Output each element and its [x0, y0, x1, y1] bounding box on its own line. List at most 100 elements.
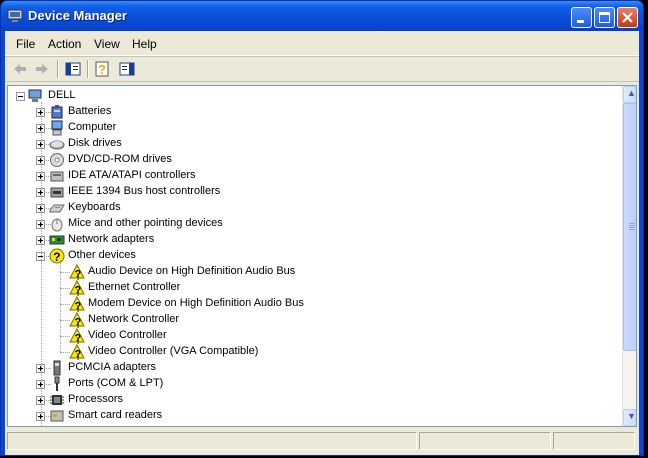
tree-category-ide-ata-atapi-controllers[interactable]: IDE ATA/ATAPI controllers — [8, 168, 618, 184]
tree-category-network-adapters[interactable]: Network adapters — [8, 232, 618, 248]
tree-connector-line — [41, 102, 42, 426]
tree-category-label: Disk drives — [68, 137, 122, 149]
tree-device-item[interactable]: ?! Modem Device on High Definition Audio … — [8, 296, 618, 312]
collapse-minus-icon[interactable] — [16, 92, 25, 101]
scroll-down-button[interactable]: ▼ — [623, 409, 636, 426]
client-area: File Action View Help ? DELL Batteries Com… — [5, 31, 639, 455]
toolbar-separator — [87, 60, 89, 78]
status-panel-2 — [419, 432, 551, 450]
menu-help[interactable]: Help — [132, 37, 157, 51]
maximize-button[interactable] — [594, 7, 615, 28]
status-bar — [7, 430, 637, 452]
toolbar-separator — [57, 60, 59, 78]
port-icon — [54, 376, 60, 391]
tree-connector-line — [60, 260, 61, 352]
warning-device-icon: ?! — [69, 344, 85, 360]
mouse-icon — [51, 218, 63, 232]
chevron-up-icon: ▲ — [627, 88, 636, 98]
tree-category-mice-and-other-pointing-devices[interactable]: Mice and other pointing devices — [8, 216, 618, 232]
tree-root[interactable]: DELL — [8, 88, 618, 104]
window-title: Device Manager — [28, 8, 127, 23]
menu-file[interactable]: File — [16, 37, 35, 51]
tree-category-label: Mice and other pointing devices — [68, 217, 223, 229]
device-manager-icon — [7, 9, 23, 22]
tree-device-item[interactable]: ?! Video Controller — [8, 328, 618, 344]
tree-category-disk-drives[interactable]: Disk drives — [8, 136, 618, 152]
pcmcia-icon — [53, 360, 61, 376]
disk-drive-icon — [49, 140, 65, 150]
tree-category-pcmcia-adapters[interactable]: PCMCIA adapters — [8, 360, 618, 376]
tree-category-ports-com-lpt[interactable]: Ports (COM & LPT) — [8, 376, 618, 392]
show-hide-console-tree-icon[interactable] — [65, 61, 81, 77]
scroll-thumb[interactable] — [623, 103, 636, 351]
warning-device-icon: ?! — [69, 296, 85, 312]
tree-device-label: Audio Device on High Definition Audio Bu… — [88, 265, 296, 277]
menu-action[interactable]: Action — [48, 37, 81, 51]
tree-device-item[interactable]: ?! Audio Device on High Definition Audio … — [8, 264, 618, 280]
device-tree[interactable]: DELL Batteries Computer Disk drives DVD/CD-R… — [7, 85, 637, 427]
tree-category-label: IDE ATA/ATAPI controllers — [68, 169, 196, 181]
network-adapter-icon — [49, 235, 65, 245]
menu-bar: File Action View Help — [5, 31, 639, 56]
device-manager-window: Device Manager File Action View Help ? D… — [0, 0, 644, 456]
menu-view[interactable]: View — [94, 37, 120, 51]
battery-icon — [51, 105, 63, 119]
status-panel-3 — [553, 432, 635, 450]
minimize-button[interactable] — [571, 7, 592, 28]
tree-category-label: DVD/CD-ROM drives — [68, 153, 172, 165]
tree-category-label: Other devices — [68, 249, 136, 261]
back-arrow-icon[interactable] — [12, 61, 28, 77]
tree-category-other-devices[interactable]: ? Other devices — [8, 248, 618, 264]
cdrom-icon — [50, 153, 64, 167]
svg-text:?: ? — [98, 62, 106, 77]
help-icon[interactable]: ? — [95, 61, 111, 77]
tree-category-label: Smart card readers — [68, 409, 163, 421]
tree-device-label: Video Controller — [88, 329, 167, 341]
warning-device-icon: ?! — [69, 328, 85, 344]
processor-icon — [50, 395, 64, 405]
forward-arrow-icon[interactable] — [34, 61, 50, 77]
tree-category-dvd-cd-rom-drives[interactable]: DVD/CD-ROM drives — [8, 152, 618, 168]
status-panel-main — [7, 432, 417, 450]
warning-device-icon: ?! — [69, 312, 85, 328]
minimize-icon — [577, 20, 584, 23]
computer-icon — [51, 120, 63, 136]
tree-category-label: PCMCIA adapters — [68, 361, 157, 373]
tree-category-processors[interactable]: Processors — [8, 392, 618, 408]
tree-device-label: Ethernet Controller — [88, 281, 181, 293]
close-icon — [622, 12, 633, 23]
tree-category-label: IEEE 1394 Bus host controllers — [68, 185, 221, 197]
smartcard-icon — [50, 410, 64, 422]
tree-category-label: Ports (COM & LPT) — [68, 377, 164, 389]
tree-category-label: Processors — [68, 393, 124, 405]
maximize-icon — [599, 12, 610, 23]
toolbar: ? — [5, 56, 639, 82]
vertical-scrollbar[interactable]: ▲ ▼ — [622, 86, 636, 426]
firewire-icon — [50, 187, 64, 198]
thumb-grip — [629, 229, 635, 230]
tree-device-label: Modem Device on High Definition Audio Bu… — [88, 297, 304, 309]
keyboard-icon — [49, 204, 65, 213]
tree-category-ieee-1394-bus-host-controllers[interactable]: IEEE 1394 Bus host controllers — [8, 184, 618, 200]
tree-device-item[interactable]: ?! Ethernet Controller — [8, 280, 618, 296]
close-button[interactable] — [617, 7, 638, 28]
warning-device-icon: ?! — [69, 264, 85, 280]
thumb-grip — [629, 227, 635, 228]
tree-device-label: Network Controller — [88, 313, 180, 325]
tree-category-label: Batteries — [68, 105, 112, 117]
scroll-up-button[interactable]: ▲ — [623, 86, 636, 103]
title-bar[interactable]: Device Manager — [1, 1, 643, 31]
tree-category-keyboards[interactable]: Keyboards — [8, 200, 618, 216]
thumb-grip — [629, 223, 635, 224]
tree-root-label: DELL — [48, 89, 76, 101]
tree-category-smart-card-readers[interactable]: Smart card readers — [8, 408, 618, 424]
tree-category-computer[interactable]: Computer — [8, 120, 618, 136]
warning-device-icon: ?! — [69, 280, 85, 296]
tree-device-item[interactable]: ?! Video Controller (VGA Compatible) — [8, 344, 618, 360]
thumb-grip — [629, 225, 635, 226]
show-hide-action-pane-icon[interactable] — [119, 61, 135, 77]
tree-category-batteries[interactable]: Batteries — [8, 104, 618, 120]
tree-device-item[interactable]: ?! Network Controller — [8, 312, 618, 328]
tree-device-label: Video Controller (VGA Compatible) — [88, 345, 259, 357]
tree-category-label: Keyboards — [68, 201, 121, 213]
